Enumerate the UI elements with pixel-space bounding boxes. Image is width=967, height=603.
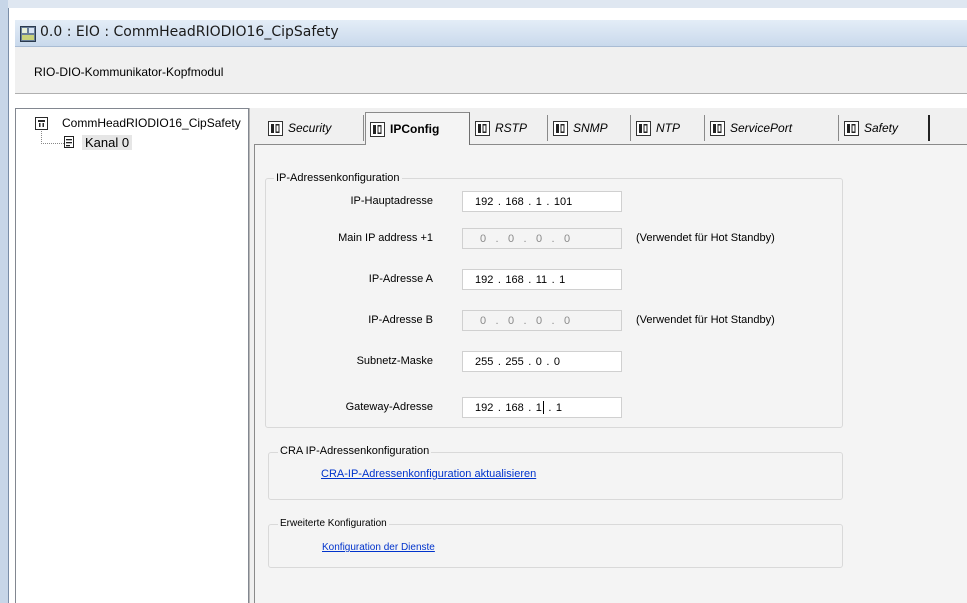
module-tab-icon — [710, 120, 725, 136]
ip-octet-2: 168 — [505, 195, 524, 208]
tree-item-channel[interactable]: Kanal 0 — [82, 135, 133, 150]
module-tab-icon — [370, 121, 385, 137]
module-tab-icon — [268, 120, 283, 136]
tab-label: Safety — [864, 121, 899, 135]
hot-standby-hint: (Verwendet für Hot Standby) — [636, 314, 775, 326]
ip-octet-4: 1 — [559, 273, 566, 286]
ip-main-plus1-label: Main IP address +1 — [338, 232, 433, 244]
ip-octet-2: 168 — [505, 273, 524, 286]
ip-octet-3: 1 — [535, 401, 542, 414]
window-frame-left — [0, 0, 9, 603]
ip-octet-1: 192 — [475, 273, 494, 286]
ip-octet-1: 192 — [475, 401, 494, 414]
ip-octet-1: 0 — [479, 314, 487, 327]
ip-octet-2: 0 — [507, 232, 515, 245]
ip-octet-1: 255 — [475, 355, 494, 368]
hot-standby-hint: (Verwendet für Hot Standby) — [636, 232, 775, 244]
ip-octet-2: 0 — [507, 314, 515, 327]
ip-config-group — [265, 178, 843, 428]
ip-octet-1: 0 — [479, 232, 487, 245]
channel-icon — [64, 136, 74, 148]
module-node-icon — [35, 117, 48, 130]
tab-ntp[interactable]: NTP — [632, 115, 705, 141]
window-title: 0.0 : EIO : CommHeadRIODIO16_CipSafety — [40, 24, 339, 40]
ip-octet-3: 11 — [535, 273, 548, 286]
tab-rstp[interactable]: RSTP — [471, 115, 548, 141]
subnet-mask-field[interactable]: 255. 255. 0. 0 — [462, 351, 622, 372]
window-frame-top — [8, 0, 967, 8]
tab-serviceport[interactable]: ServicePort — [706, 115, 839, 141]
ip-octet-4: 0 — [553, 355, 560, 368]
ip-octet-3: 0 — [535, 314, 543, 327]
gateway-field[interactable]: 192. 168. 1. 1 — [462, 397, 622, 418]
ip-a-label: IP-Adresse A — [368, 273, 433, 285]
subnet-mask-label: Subnetz-Maske — [356, 355, 433, 367]
tree-connector — [41, 131, 64, 144]
tab-label: SNMP — [573, 121, 608, 135]
advanced-config-group-title: Erweiterte Konfiguration — [278, 518, 389, 529]
gateway-label: Gateway-Adresse — [345, 401, 433, 413]
ip-config-group-title: IP-Adressenkonfiguration — [274, 172, 402, 184]
module-description: RIO-DIO-Kommunikator-Kopfmodul — [34, 65, 224, 79]
tab-label: Security — [288, 121, 332, 135]
tab-label: IPConfig — [390, 122, 440, 136]
ip-octet-2: 168 — [505, 401, 524, 414]
tab-label: RSTP — [495, 121, 528, 135]
services-config-link[interactable]: Konfiguration der Dienste — [322, 542, 435, 553]
tab-security[interactable]: Security — [264, 115, 364, 141]
tab-ipconfig[interactable]: IPConfig — [365, 112, 470, 145]
tab-label: ServicePort — [730, 121, 793, 135]
cra-group-title: CRA IP-Adressenkonfiguration — [278, 445, 432, 457]
ip-b-field: 0.0.0.0 — [462, 310, 622, 331]
tab-safety[interactable]: Safety — [840, 115, 930, 141]
ip-main-plus1-field: 0.0.0.0 — [462, 228, 622, 249]
tab-label: NTP — [656, 121, 680, 135]
tab-snmp[interactable]: SNMP — [549, 115, 631, 141]
ip-octet-4: 101 — [553, 195, 573, 208]
ip-octet-4: 0 — [563, 314, 571, 327]
module-tab-icon — [475, 120, 490, 136]
tree-item-module[interactable]: CommHeadRIODIO16_CipSafety — [62, 116, 248, 130]
module-tab-icon — [636, 120, 651, 136]
ip-a-field[interactable]: 192. 168. 11. 1 — [462, 269, 622, 290]
cra-update-link[interactable]: CRA-IP-Adressenkonfiguration aktualisier… — [321, 468, 536, 480]
ip-octet-4: 1 — [555, 401, 562, 414]
ip-main-field[interactable]: 192. 168. 1. 101 — [462, 191, 622, 212]
ip-octet-2: 255 — [505, 355, 524, 368]
module-tab-icon — [844, 120, 859, 136]
ip-octet-3: 0 — [535, 232, 543, 245]
ip-main-label: IP-Hauptadresse — [350, 195, 433, 207]
module-tree — [15, 108, 249, 603]
module-icon — [20, 26, 36, 42]
module-tab-icon — [553, 120, 568, 136]
ip-b-label: IP-Adresse B — [368, 314, 433, 326]
ip-octet-1: 192 — [475, 195, 494, 208]
ip-octet-4: 0 — [563, 232, 571, 245]
